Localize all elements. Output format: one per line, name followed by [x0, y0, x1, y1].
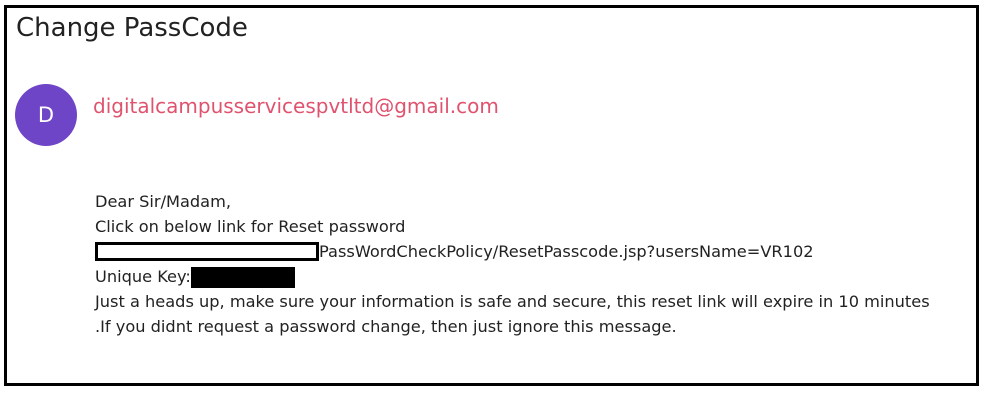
- unique-key-label: Unique Key:: [95, 267, 191, 286]
- greeting: Dear Sir/Madam,: [95, 192, 232, 211]
- reset-link-path[interactable]: PassWordCheckPolicy/ResetPasscode.jsp?us…: [319, 242, 814, 261]
- unique-key-line: Unique Key:: [95, 264, 975, 289]
- redacted-unique-key: [190, 267, 295, 288]
- email-body: Dear Sir/Madam, Click on below link for …: [95, 189, 975, 339]
- ignore-notice: .If you didnt request a password change,…: [95, 317, 677, 336]
- reset-link-line[interactable]: PassWordCheckPolicy/ResetPasscode.jsp?us…: [95, 239, 975, 264]
- sender-avatar: D: [15, 84, 77, 146]
- security-notice: Just a heads up, make sure your informat…: [95, 292, 930, 311]
- sender-address[interactable]: digitalcampusservicespvtltd@gmail.com: [93, 93, 499, 119]
- email-frame: Change PassCode D digitalcampusservicesp…: [4, 5, 979, 386]
- instruction: Click on below link for Reset password: [95, 217, 406, 236]
- email-subject: Change PassCode: [16, 13, 248, 43]
- redacted-link-prefix: [95, 241, 319, 261]
